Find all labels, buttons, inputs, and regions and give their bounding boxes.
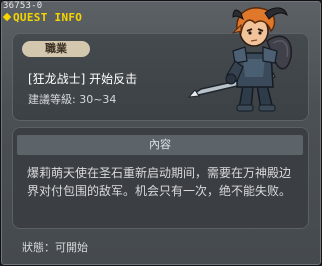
quest-id: 36753-0 [3,1,43,11]
quest-content-panel: 內容 爆莉萌天使在圣石重新启动期间，需要在万神殿边界对付包围的敌军。机会只有一次… [12,127,309,229]
quest-character-illustration [187,7,292,112]
quest-info-window: 36753-0 QUEST INFO 職業 [狂龙战士] 开始反击 建議等級: … [0,0,322,266]
quest-marker-icon [3,13,11,21]
job-badge: 職業 [22,41,90,57]
quest-status: 狀態：可開始 [22,241,88,254]
content-header: 內容 [17,135,303,155]
window-title: QUEST INFO [13,11,83,24]
recommended-level: 建議等級: 30~34 [28,93,117,106]
quest-name: [狂龙战士] 开始反击 [28,72,138,86]
quest-description: 爆莉萌天使在圣石重新启动期间，需要在万神殿边界对付包围的敌军。机会只有一次，绝不… [27,166,292,198]
